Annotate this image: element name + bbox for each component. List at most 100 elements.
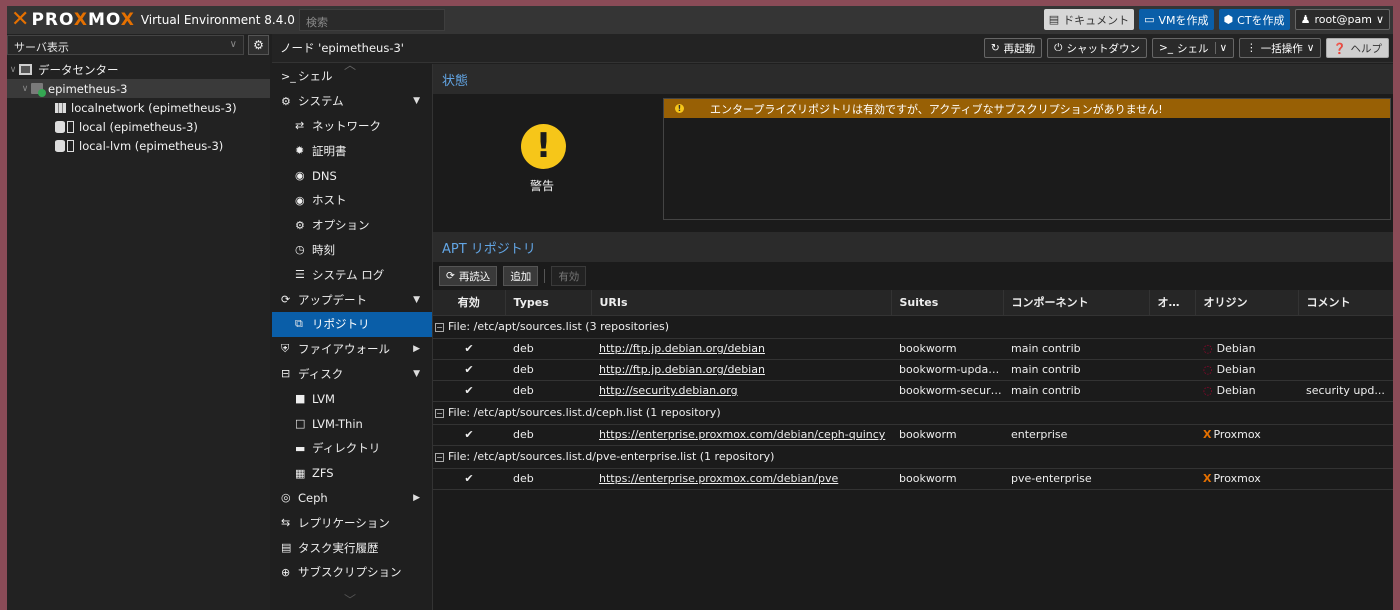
nav-item-9[interactable]: ⟳ アップデート ▼	[272, 287, 432, 312]
nav-item-0[interactable]: >_ シェル	[272, 64, 432, 89]
nav-icon: ⊕	[281, 565, 291, 579]
table-row[interactable]: ✔ deb https://enterprise.proxmox.com/debia…	[433, 424, 1393, 446]
cell-type: deb	[505, 468, 591, 490]
uri-link[interactable]: http://security.debian.org	[599, 384, 738, 397]
create-ct-button[interactable]: ⬢ CTを作成	[1218, 9, 1290, 30]
nav-item-1[interactable]: ⚙ システム ▼	[272, 89, 432, 114]
tree-item-node[interactable]: ∨ epimetheus-3	[7, 79, 270, 98]
expand-arrow-icon[interactable]: ▼	[413, 96, 420, 106]
chevron-down-icon[interactable]: ∨	[7, 65, 19, 75]
expand-arrow-icon[interactable]: ▼	[413, 295, 420, 305]
nav-item-8[interactable]: ☰ システム ログ	[272, 262, 432, 287]
nav-item-17[interactable]: ◎ Ceph ▶	[272, 486, 432, 511]
cell-uri: http://ftp.jp.debian.org/debian	[591, 338, 891, 360]
cell-component: main contrib	[1003, 338, 1149, 360]
cell-enabled: ✔	[433, 424, 505, 446]
nav-label: システム ログ	[312, 267, 385, 282]
create-vm-button[interactable]: ▭ VMを作成	[1139, 9, 1214, 30]
tree-item-datacenter[interactable]: ∨ データセンター	[7, 60, 270, 79]
origin-label: Proxmox	[1213, 428, 1261, 441]
reload-button[interactable]: ⟳ 再読込	[439, 266, 498, 286]
nav-icon: ⊟	[281, 367, 291, 381]
column-header[interactable]: URIs	[591, 290, 892, 316]
uri-link[interactable]: http://ftp.jp.debian.org/debian	[599, 342, 765, 355]
nav-item-4[interactable]: ◉ DNS	[272, 163, 432, 188]
collapse-icon[interactable]: −	[435, 409, 444, 418]
nav-item-13[interactable]: ■ LVM	[272, 386, 432, 411]
expand-arrow-icon[interactable]: ▶	[413, 344, 420, 354]
nav-item-6[interactable]: ⚙ オプション	[272, 213, 432, 238]
bulk-actions-button[interactable]: ⋮ 一括操作 ∨	[1239, 38, 1322, 58]
chevron-down-icon[interactable]: ∨	[1214, 42, 1227, 54]
user-menu-button[interactable]: ♟ root@pam ∨	[1294, 9, 1390, 30]
nav-item-12[interactable]: ⊟ ディスク ▼	[272, 362, 432, 387]
shutdown-button[interactable]: ⏻ シャットダウン	[1047, 38, 1147, 58]
column-header[interactable]: オリジン	[1195, 290, 1299, 316]
nav-label: DNS	[312, 168, 337, 183]
shell-button[interactable]: >_ シェル ∨	[1151, 38, 1235, 58]
nav-item-19[interactable]: ▤ タスク実行履歴	[272, 535, 432, 560]
chevron-down-icon[interactable]: ∨	[19, 84, 31, 94]
group-row[interactable]: − File: /etc/apt/sources.list (3 reposito…	[433, 315, 1393, 339]
nav-item-2[interactable]: ⇄ ネットワーク	[272, 114, 432, 139]
expand-arrow-icon[interactable]: ▼	[413, 369, 420, 379]
table-row[interactable]: ✔ deb http://ftp.jp.debian.org/debian bookw…	[433, 359, 1393, 381]
expand-arrow-icon[interactable]: ▶	[413, 493, 420, 503]
cell-suite: bookworm	[891, 468, 1003, 490]
nav-item-15[interactable]: ▬ ディレクトリ	[272, 436, 432, 461]
nav-item-20[interactable]: ⊕ サブスクリプション	[272, 560, 432, 585]
search-input[interactable]: 検索	[299, 9, 445, 31]
nav-label: LVM	[312, 391, 335, 406]
nav-item-10[interactable]: ⧉ リポジトリ	[272, 311, 432, 337]
nav-item-3[interactable]: ✹ 証明書	[272, 138, 432, 163]
tree-item-local[interactable]: local (epimetheus-3)	[7, 117, 270, 136]
column-header[interactable]: Types	[505, 290, 592, 316]
column-header[interactable]: Suites	[891, 290, 1004, 316]
nav-item-14[interactable]: □ LVM-Thin	[272, 411, 432, 436]
nav-icon: ▬	[295, 441, 306, 455]
nav-item-16[interactable]: ▦ ZFS	[272, 461, 432, 486]
uri-link[interactable]: https://enterprise.proxmox.com/debian/pv…	[599, 472, 838, 485]
scroll-down-icon[interactable]: ﹀	[344, 591, 356, 608]
nav-item-11[interactable]: ⛨ ファイアウォール ▶	[272, 337, 432, 362]
tree-item-localnetwork[interactable]: localnetwork (epimetheus-3)	[7, 98, 270, 117]
tree-item-local-lvm[interactable]: local-lvm (epimetheus-3)	[7, 136, 270, 155]
help-button[interactable]: ❓ ヘルプ	[1326, 38, 1389, 58]
uri-link[interactable]: https://enterprise.proxmox.com/debian/ce…	[599, 428, 885, 441]
documentation-button[interactable]: ▤ ドキュメント	[1043, 9, 1135, 30]
view-selector[interactable]: サーバ表示 ∨	[7, 35, 244, 55]
node-toolbar: ノード 'epimetheus-3' ↻ 再起動 ⏻ シャットダウン >_ シェル ∨ …	[272, 34, 1393, 63]
proxmox-logo-icon: X	[1203, 428, 1212, 441]
table-header-row: 有効 Types URIs Suites コンポーネント オ… オリジン コメント	[433, 290, 1393, 316]
group-row[interactable]: − File: /etc/apt/sources.list.d/ceph.list…	[433, 401, 1393, 425]
group-row[interactable]: − File: /etc/apt/sources.list.d/pve-enter…	[433, 445, 1393, 469]
collapse-icon[interactable]: −	[435, 323, 444, 332]
reboot-button[interactable]: ↻ 再起動	[983, 38, 1043, 58]
uri-link[interactable]: http://ftp.jp.debian.org/debian	[599, 363, 765, 376]
node-label: epimetheus-3	[48, 81, 128, 96]
table-row[interactable]: ✔ deb http://security.debian.org bookworm-s…	[433, 380, 1393, 402]
cell-uri: http://ftp.jp.debian.org/debian	[591, 359, 891, 381]
nav-icon: ⚙	[295, 218, 305, 232]
column-header[interactable]: 有効	[433, 290, 506, 316]
column-header[interactable]: コンポーネント	[1003, 290, 1150, 316]
proxmox-logo[interactable]: ✕ PROXMOX Virtual Environment 8.4.0	[11, 6, 295, 34]
cell-origin: X Proxmox	[1195, 424, 1298, 446]
cell-enabled: ✔	[433, 359, 505, 381]
collapse-icon[interactable]: −	[435, 453, 444, 462]
nav-icon: ⚙	[281, 94, 291, 108]
column-header[interactable]: オ…	[1149, 290, 1196, 316]
chevron-down-icon: ∨	[1306, 42, 1315, 54]
gear-icon[interactable]: ⚙	[248, 35, 269, 55]
column-header[interactable]: コメント	[1298, 290, 1393, 316]
table-row[interactable]: ✔ deb http://ftp.jp.debian.org/debian bookw…	[433, 338, 1393, 360]
nav-item-18[interactable]: ⇆ レプリケーション	[272, 510, 432, 535]
add-button[interactable]: 追加	[503, 266, 539, 286]
nav-item-7[interactable]: ◷ 時刻	[272, 238, 432, 263]
version-label: Virtual Environment 8.4.0	[140, 13, 295, 27]
table-row[interactable]: ✔ deb https://enterprise.proxmox.com/debia…	[433, 468, 1393, 490]
nav-item-5[interactable]: ◉ ホスト	[272, 188, 432, 213]
node-title: ノード 'epimetheus-3'	[280, 41, 404, 55]
proxmox-x-icon: ✕	[11, 7, 30, 32]
cell-opt	[1149, 380, 1195, 402]
